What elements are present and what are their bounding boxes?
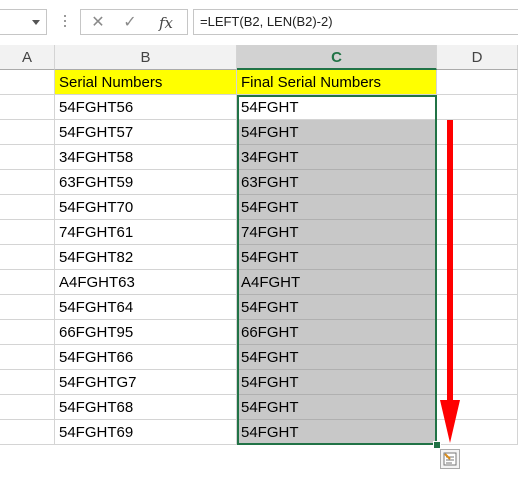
enter-icon[interactable]: ✓: [115, 13, 145, 33]
formula-input[interactable]: =LEFT(B2, LEN(B2)-2): [193, 9, 518, 35]
cancel-icon[interactable]: ✕: [83, 13, 113, 33]
arrow-head: [440, 400, 460, 443]
name-box[interactable]: [0, 9, 47, 35]
formula-buttons: ✕ ✓ fx: [80, 9, 188, 35]
formula-bar: ✕ ✓ fx =LEFT(B2, LEN(B2)-2): [0, 0, 518, 45]
insert-function-icon[interactable]: fx: [151, 13, 181, 33]
arrow-shaft: [447, 120, 453, 410]
grip-dots-icon: [64, 15, 67, 31]
spreadsheet-grid: ABCD Serial Numbers Final Serial Numbers 5…: [0, 45, 518, 492]
chevron-down-icon[interactable]: [32, 20, 40, 25]
down-arrow-annotation: [440, 120, 460, 443]
